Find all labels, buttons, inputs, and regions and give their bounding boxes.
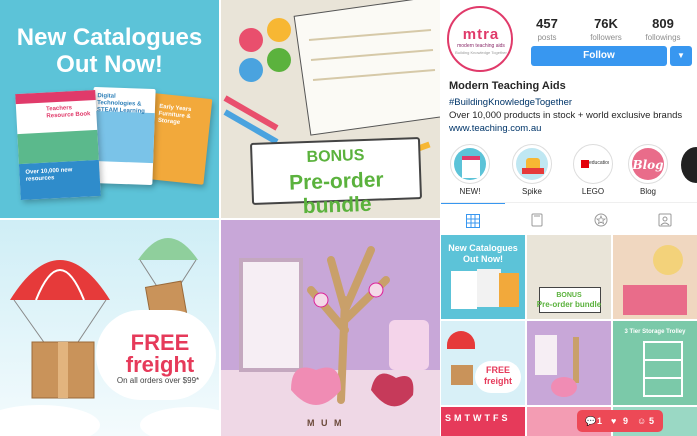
catalogue-book-digital: Digital Technologies & STEAM Learning	[90, 86, 156, 186]
profile-hashtag[interactable]: #BuildingKnowledgeTogether	[449, 96, 695, 109]
grid-post-catalogues[interactable]: New Catalogues Out Now!	[441, 235, 525, 319]
highlight-lego[interactable]: education LEGO	[569, 144, 617, 196]
grid-post-child-playing[interactable]	[613, 235, 697, 319]
highlight-blog-thumb: Blog	[632, 148, 664, 180]
bonus-preorder-post[interactable]: BONUS Pre-order bundle	[221, 0, 440, 218]
bonus-sign: BONUS Pre-order bundle	[249, 137, 423, 218]
mum-tiles: M U M	[307, 418, 344, 428]
catalogue-title-line2: Out Now!	[56, 51, 163, 78]
tab-featured[interactable]	[569, 203, 633, 235]
catalogues-post[interactable]: New Catalogues Out Now! Early Years Furn…	[0, 0, 219, 218]
craft-tree-post[interactable]: M U M	[221, 220, 440, 436]
instagram-profile: mtra modern teaching aids Building Knowl…	[441, 0, 697, 436]
posts-stat[interactable]: 457 posts	[529, 16, 565, 42]
profile-tabs	[441, 202, 697, 234]
star-icon	[594, 213, 608, 227]
grid-post-storage-trolley[interactable]: 3 Tier Storage Trolley	[613, 321, 697, 405]
comment-icon: 💬	[585, 416, 597, 426]
tagged-icon	[658, 213, 672, 227]
followers-stat[interactable]: 76K followers	[581, 16, 631, 42]
grid-icon	[466, 214, 480, 229]
chevron-down-icon: ▼	[677, 51, 685, 60]
posts-grid: New Catalogues Out Now! BONUS Pre-order …	[441, 235, 697, 436]
grid-post-free-freight[interactable]: FREE freight	[441, 321, 525, 405]
highlight-spike-thumb	[516, 148, 548, 180]
grid-post-weekdays[interactable]: SMTWTFS	[441, 407, 525, 436]
follow-count: 5	[649, 416, 655, 426]
grid-post-craft-tree[interactable]	[527, 321, 611, 405]
catalogue-title-line1: New Catalogues	[16, 24, 203, 51]
highlight-new[interactable]: NEW!	[446, 144, 494, 196]
tab-tagged[interactable]	[633, 203, 697, 235]
highlight-spike[interactable]: Spike	[508, 144, 556, 196]
avatar-name: modern teaching aids	[457, 43, 505, 49]
page: New Catalogues Out Now! Early Years Furn…	[0, 0, 697, 436]
comment-count: 1	[597, 416, 603, 426]
free-label: FREE freight	[125, 330, 195, 377]
profile-avatar[interactable]: mtra modern teaching aids Building Knowl…	[447, 6, 513, 72]
profile-description: Over 10,000 products in stock + world ex…	[449, 110, 683, 121]
craft-tree-illustration	[221, 246, 440, 436]
catalogue-book-resource: Teachers Resource Book Over 10,000 new r…	[15, 89, 101, 201]
highlight-more-partial[interactable]	[681, 147, 697, 183]
highlight-lego-thumb: education	[577, 148, 609, 180]
preorder-label: Pre-order bundle	[288, 168, 385, 218]
catalogue-book-early-years: Early Years Furniture & Storage	[145, 93, 213, 185]
highlight-new-thumb	[454, 148, 486, 180]
followings-stat[interactable]: 809 followings	[637, 16, 689, 42]
activity-notification-badge[interactable]: 💬 1 ♥ 9 ☺ 5	[577, 410, 663, 432]
person-icon: ☺	[637, 416, 647, 426]
freight-conditions: On all orders over $99*	[116, 376, 200, 385]
avatar-tagline: Building Knowledge Together	[455, 50, 507, 55]
tv-icon	[531, 213, 543, 227]
tab-grid[interactable]	[441, 203, 505, 235]
free-freight-post[interactable]: FREE freight On all orders over $99*	[0, 220, 219, 436]
profile-website-link[interactable]: www.teaching.com.au	[449, 122, 695, 135]
tab-igtv[interactable]	[505, 203, 569, 235]
heart-icon: ♥	[611, 416, 617, 426]
follow-dropdown-button[interactable]: ▼	[670, 46, 692, 66]
like-count: 9	[623, 416, 629, 426]
avatar-logo: mtra	[462, 26, 500, 43]
follow-button[interactable]: Follow	[531, 46, 667, 66]
highlight-blog[interactable]: Blog Blog	[624, 144, 672, 196]
profile-name: Modern Teaching Aids	[449, 80, 566, 92]
grid-post-bonus[interactable]: BONUS Pre-order bundle	[527, 235, 611, 319]
bonus-label: BONUS	[306, 147, 365, 167]
